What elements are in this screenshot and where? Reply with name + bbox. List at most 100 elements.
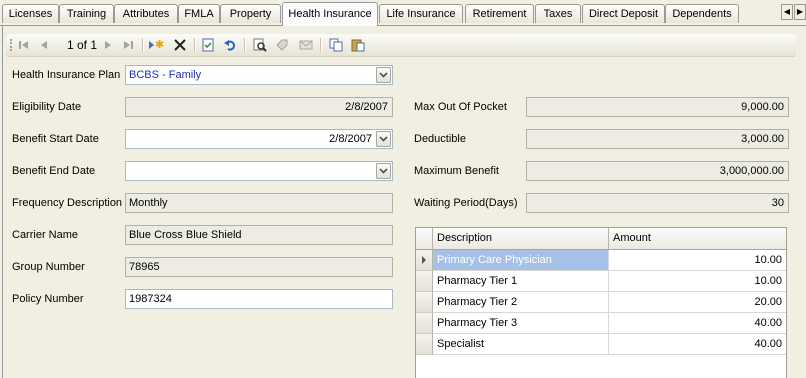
table-row-description[interactable]: Primary Care Physician xyxy=(433,250,609,271)
frequency-description-field[interactable]: Monthly xyxy=(125,193,393,213)
new-record-icon: ✱ xyxy=(149,38,164,51)
benefits-grid: Description Amount Primary Care Physicia… xyxy=(415,227,787,378)
toolbar-separator xyxy=(244,38,246,52)
table-row-amount[interactable]: 10.00 xyxy=(609,250,786,271)
grid-corner xyxy=(416,228,433,250)
deductible-field[interactable]: 3,000.00 xyxy=(526,129,789,149)
current-row-arrow-icon xyxy=(422,256,426,264)
policy-number-label: Policy Number xyxy=(12,293,84,305)
previous-record-icon xyxy=(41,41,47,49)
row-selector[interactable] xyxy=(416,292,433,313)
benefit-end-date-label: Benefit End Date xyxy=(12,165,96,177)
benefit-start-date-value: 2/8/2007 xyxy=(329,133,372,145)
undo-icon xyxy=(224,40,236,51)
chevron-down-icon xyxy=(379,72,388,78)
column-header-description[interactable]: Description xyxy=(433,228,609,250)
record-toolbar: 1 of 1 ✱ xyxy=(6,34,796,57)
table-row-description[interactable]: Specialist xyxy=(433,334,609,355)
benefit-end-dropdown-button[interactable] xyxy=(376,163,391,179)
carrier-name-label: Carrier Name xyxy=(12,229,79,241)
carrier-name-field[interactable]: Blue Cross Blue Shield xyxy=(125,225,393,245)
eligibility-date-label: Eligibility Date xyxy=(12,101,82,113)
tag-button[interactable] xyxy=(274,37,290,53)
tab-retirement[interactable]: Retirement xyxy=(465,4,534,23)
preview-button[interactable] xyxy=(252,37,268,53)
tab-scroll-left-button[interactable]: ◀ xyxy=(781,4,793,20)
delete-button[interactable] xyxy=(172,37,188,53)
mail-button[interactable] xyxy=(298,37,314,53)
waiting-period-label: Waiting Period(Days) xyxy=(414,197,518,209)
undo-button[interactable] xyxy=(222,37,238,53)
row-selector[interactable] xyxy=(416,313,433,334)
svg-text:✱: ✱ xyxy=(155,38,164,51)
max-out-of-pocket-label: Max Out Of Pocket xyxy=(414,101,507,113)
table-row-amount[interactable]: 40.00 xyxy=(609,313,786,334)
health-insurance-plan-value: BCBS - Family xyxy=(129,69,202,81)
waiting-period-field[interactable]: 30 xyxy=(526,193,789,213)
mail-icon xyxy=(299,40,313,50)
previous-record-button[interactable] xyxy=(36,37,52,53)
save-button[interactable] xyxy=(200,37,216,53)
frequency-description-label: Frequency Description xyxy=(12,197,123,209)
table-row-description[interactable]: Pharmacy Tier 3 xyxy=(433,313,609,334)
chevron-down-icon xyxy=(379,168,388,174)
tab-direct-deposit[interactable]: Direct Deposit xyxy=(582,4,665,23)
tab-dependents[interactable]: Dependents xyxy=(665,4,739,23)
group-number-field[interactable]: 78965 xyxy=(125,257,393,277)
tab-strip: Licenses Training Attributes FMLA Proper… xyxy=(0,0,806,26)
tab-property[interactable]: Property xyxy=(220,4,281,23)
plan-dropdown-button[interactable] xyxy=(376,67,391,83)
benefit-end-date-picker[interactable] xyxy=(125,161,393,181)
next-record-icon xyxy=(105,41,111,49)
maximum-benefit-label: Maximum Benefit xyxy=(414,165,499,177)
tab-attributes[interactable]: Attributes xyxy=(114,4,178,23)
chevron-down-icon xyxy=(379,136,388,142)
row-selector[interactable] xyxy=(416,334,433,355)
record-position: 1 of 1 xyxy=(66,38,98,52)
table-row-description[interactable]: Pharmacy Tier 2 xyxy=(433,292,609,313)
column-header-amount[interactable]: Amount xyxy=(609,228,786,250)
paste-button[interactable] xyxy=(350,37,366,53)
save-icon xyxy=(202,38,214,52)
last-record-button[interactable] xyxy=(120,37,136,53)
paste-icon xyxy=(351,39,365,52)
tab-training[interactable]: Training xyxy=(59,4,114,23)
health-insurance-plan-combo[interactable]: BCBS - Family xyxy=(125,65,393,85)
benefit-start-dropdown-button[interactable] xyxy=(376,131,391,147)
table-row-amount[interactable]: 20.00 xyxy=(609,292,786,313)
row-selector[interactable] xyxy=(416,250,433,271)
next-record-button[interactable] xyxy=(100,37,116,53)
maximum-benefit-field[interactable]: 3,000,000.00 xyxy=(526,161,789,181)
max-out-of-pocket-field[interactable]: 9,000.00 xyxy=(526,97,789,117)
copy-button[interactable] xyxy=(328,37,344,53)
deductible-label: Deductible xyxy=(414,133,466,145)
first-record-icon xyxy=(19,41,28,49)
policy-number-field[interactable]: 1987324 xyxy=(125,289,393,309)
tab-taxes[interactable]: Taxes xyxy=(535,4,581,23)
tag-icon xyxy=(276,39,288,51)
tab-life-insurance[interactable]: Life Insurance xyxy=(379,4,463,23)
tab-licenses[interactable]: Licenses xyxy=(2,4,59,23)
row-selector[interactable] xyxy=(416,271,433,292)
health-insurance-plan-label: Health Insurance Plan xyxy=(12,69,121,81)
table-row-description[interactable]: Pharmacy Tier 1 xyxy=(433,271,609,292)
benefit-start-date-picker[interactable]: 2/8/2007 xyxy=(125,129,393,149)
new-record-button[interactable]: ✱ xyxy=(148,37,164,53)
tab-health-insurance[interactable]: Health Insurance xyxy=(282,2,378,26)
delete-icon xyxy=(174,39,186,51)
tab-scroll-right-button[interactable]: ▶ xyxy=(794,4,806,20)
copy-icon xyxy=(329,38,343,52)
eligibility-date-field[interactable]: 2/8/2007 xyxy=(125,97,393,117)
toolbar-grip[interactable] xyxy=(10,39,15,51)
first-record-button[interactable] xyxy=(16,37,32,53)
last-record-icon xyxy=(124,41,133,49)
tab-scroll-left-icon: ◀ xyxy=(783,7,791,16)
benefit-start-date-label: Benefit Start Date xyxy=(12,133,99,145)
toolbar-separator xyxy=(194,38,196,52)
toolbar-separator xyxy=(142,38,144,52)
table-row-amount[interactable]: 10.00 xyxy=(609,271,786,292)
tab-scroll-right-icon: ▶ xyxy=(796,7,804,16)
group-number-label: Group Number xyxy=(12,261,85,273)
table-row-amount[interactable]: 40.00 xyxy=(609,334,786,355)
tab-fmla[interactable]: FMLA xyxy=(178,4,220,23)
